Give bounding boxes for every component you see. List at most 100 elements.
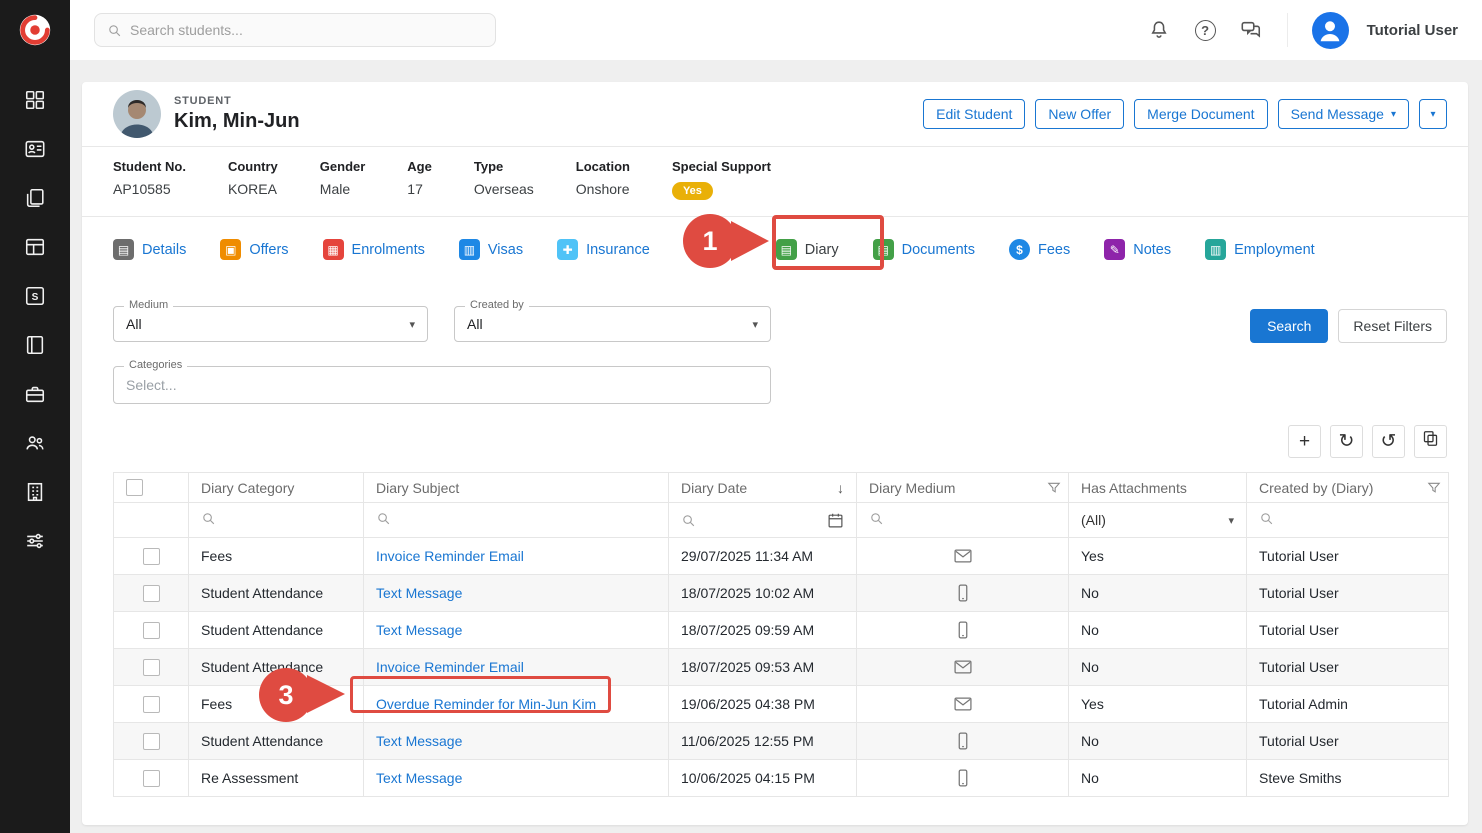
user-avatar[interactable] — [1312, 12, 1349, 49]
row-checkbox[interactable] — [143, 585, 160, 602]
col-has-attachments[interactable]: Has Attachments — [1069, 473, 1247, 503]
app-logo[interactable] — [0, 0, 70, 60]
history-button[interactable]: ↺ — [1372, 425, 1405, 458]
info-student-no: Student No. AP10585 — [113, 159, 186, 200]
tab-notes[interactable]: ✎Notes — [1104, 239, 1171, 260]
student-photo — [113, 90, 161, 138]
diary-date-cell: 18/07/2025 09:59 AM — [669, 612, 857, 649]
filter-funnel-icon[interactable] — [1427, 481, 1441, 495]
insurance-shield-icon: ✚ — [557, 239, 578, 260]
filter-diary-date[interactable] — [669, 503, 857, 538]
campus-icon[interactable] — [23, 480, 47, 504]
add-diary-button[interactable]: + — [1288, 425, 1321, 458]
agents-icon[interactable] — [23, 431, 47, 455]
has-attachments-cell: No — [1069, 760, 1247, 797]
filter-has-attachments[interactable]: (All)▾ — [1069, 503, 1247, 538]
col-created-by[interactable]: Created by (Diary) — [1247, 473, 1449, 503]
diary-subject-link[interactable]: Text Message — [376, 585, 462, 601]
row-checkbox[interactable] — [143, 548, 160, 565]
created-by-select[interactable]: Created by All ▾ — [454, 306, 771, 342]
tab-employment[interactable]: ▥Employment — [1205, 239, 1315, 260]
diary-filters: Medium All ▾ Created by All ▾ Categories… — [82, 284, 1468, 404]
search-icon — [869, 511, 884, 526]
svg-text:S: S — [32, 292, 39, 303]
notes-icon: ✎ — [1104, 239, 1125, 260]
topbar-divider — [1287, 13, 1288, 47]
history-icon: ↺ — [1381, 430, 1397, 453]
chevron-down-icon: ▾ — [409, 318, 415, 331]
notifications-icon[interactable] — [1148, 19, 1171, 42]
reset-filters-button[interactable]: Reset Filters — [1338, 309, 1447, 343]
settings-icon[interactable] — [23, 529, 47, 553]
main-content: STUDENT Kim, Min-Jun Edit Student New Of… — [70, 60, 1482, 833]
categories-select[interactable]: Categories Select... — [113, 366, 771, 404]
search-button[interactable]: Search — [1250, 309, 1328, 343]
tab-diary[interactable]: ▤Diary — [776, 239, 839, 260]
tab-details[interactable]: ▤Details — [113, 239, 186, 260]
diary-subject-link[interactable]: Text Message — [376, 622, 462, 638]
row-checkbox[interactable] — [143, 622, 160, 639]
merge-document-button[interactable]: Merge Document — [1134, 99, 1267, 129]
diary-icon: ▤ — [776, 239, 797, 260]
filter-funnel-icon[interactable] — [1047, 481, 1061, 495]
student-search[interactable] — [94, 13, 496, 47]
more-actions-button[interactable]: ▾ — [1419, 99, 1447, 129]
tab-insurance[interactable]: ✚Insurance — [557, 239, 650, 260]
diary-subject-link[interactable]: Overdue Reminder for Min-Jun Kim — [376, 696, 596, 712]
tab-visas[interactable]: ▥Visas — [459, 239, 523, 260]
subjects-icon[interactable]: S — [23, 284, 47, 308]
diary-category-cell: Re Assessment — [189, 760, 364, 797]
tab-enrolments[interactable]: ▦Enrolments — [323, 239, 425, 260]
col-diary-category[interactable]: Diary Category — [189, 473, 364, 503]
diary-category-cell: Fees — [189, 538, 364, 575]
edit-student-button[interactable]: Edit Student — [923, 99, 1025, 129]
search-input[interactable] — [130, 22, 483, 38]
sort-desc-icon[interactable]: ↓ — [837, 480, 844, 496]
tab-fees[interactable]: $Fees — [1009, 239, 1070, 260]
info-country: Country KOREA — [228, 159, 278, 200]
filter-created-by[interactable] — [1247, 503, 1449, 538]
documents-icon[interactable] — [23, 186, 47, 210]
col-diary-medium[interactable]: Diary Medium — [857, 473, 1069, 503]
sms-icon — [953, 768, 973, 788]
tab-documents[interactable]: ▤Documents — [873, 239, 975, 260]
diary-subject-link[interactable]: Text Message — [376, 733, 462, 749]
diary-subject-link[interactable]: Invoice Reminder Email — [376, 548, 524, 564]
row-checkbox[interactable] — [143, 770, 160, 787]
filter-diary-subject[interactable] — [364, 503, 669, 538]
has-attachments-cell: No — [1069, 649, 1247, 686]
refresh-button[interactable]: ↻ — [1330, 425, 1363, 458]
tab-offers[interactable]: ▣Offers — [220, 239, 288, 260]
sms-icon — [953, 620, 973, 640]
export-button[interactable] — [1414, 425, 1447, 458]
diary-subject-link[interactable]: Text Message — [376, 770, 462, 786]
filter-diary-category[interactable] — [189, 503, 364, 538]
courses-icon[interactable] — [23, 333, 47, 357]
visas-icon: ▥ — [459, 239, 480, 260]
medium-select[interactable]: Medium All ▾ — [113, 306, 428, 342]
row-checkbox[interactable] — [143, 696, 160, 713]
messages-icon[interactable] — [1240, 19, 1263, 42]
col-diary-date[interactable]: Diary Date↓ — [669, 473, 857, 503]
diary-date-cell: 19/06/2025 04:38 PM — [669, 686, 857, 723]
services-icon[interactable] — [23, 382, 47, 406]
table-row: Fees Invoice Reminder Email 29/07/2025 1… — [114, 538, 1449, 575]
diary-date-cell: 29/07/2025 11:34 AM — [669, 538, 857, 575]
filter-diary-medium[interactable] — [857, 503, 1069, 538]
send-message-button[interactable]: Send Message▾ — [1278, 99, 1409, 129]
students-icon[interactable] — [23, 137, 47, 161]
row-checkbox[interactable] — [143, 733, 160, 750]
created-by-cell: Tutorial User — [1247, 723, 1449, 760]
row-checkbox[interactable] — [143, 659, 160, 676]
user-name[interactable]: Tutorial User — [1367, 22, 1458, 39]
new-offer-button[interactable]: New Offer — [1035, 99, 1124, 129]
add-icon: + — [1299, 431, 1310, 453]
col-diary-subject[interactable]: Diary Subject — [364, 473, 669, 503]
reports-icon[interactable] — [23, 235, 47, 259]
table-row-highlighted: Fees Overdue Reminder for Min-Jun Kim 19… — [114, 686, 1449, 723]
select-all-checkbox[interactable] — [126, 479, 143, 496]
calendar-icon[interactable] — [827, 512, 844, 529]
dashboard-icon[interactable] — [23, 88, 47, 112]
help-icon[interactable]: ? — [1195, 20, 1216, 41]
diary-subject-link[interactable]: Invoice Reminder Email — [376, 659, 524, 675]
